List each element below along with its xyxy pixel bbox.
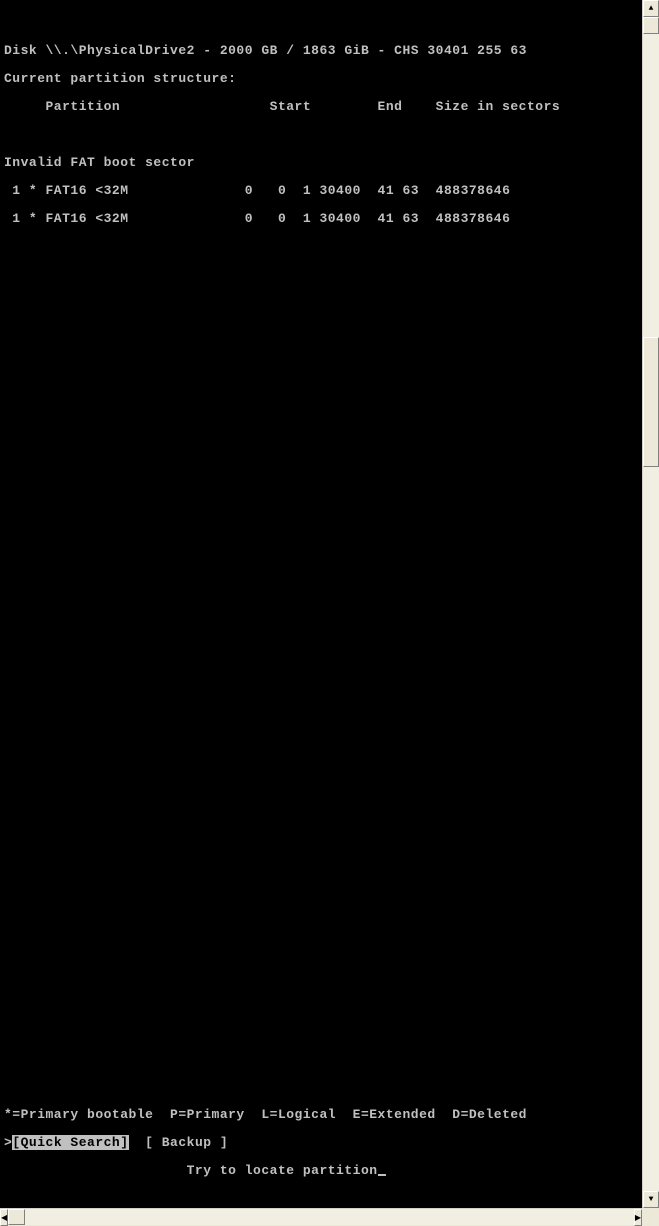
blank-line (4, 660, 638, 674)
blank-line (4, 464, 638, 478)
partition-row: 1 * FAT16 <32M 0 0 1 30400 41 63 4883786… (4, 212, 638, 226)
window: Disk \\.\PhysicalDrive2 - 2000 GB / 1863… (0, 0, 659, 635)
blank-line (4, 128, 638, 142)
blank-line (4, 352, 638, 366)
scroll-up-button[interactable]: ▲ (643, 0, 659, 17)
scroll-down-button[interactable]: ▼ (643, 1191, 659, 1208)
bottom-bar: ◀ ▶ (0, 1208, 659, 1225)
menu-gap (129, 1135, 146, 1150)
quick-search-button[interactable]: [Quick Search] (12, 1135, 128, 1150)
blank-line (4, 744, 638, 758)
hscroll-thumb[interactable] (8, 1209, 25, 1225)
blank-line (4, 492, 638, 506)
blank-line (4, 884, 638, 898)
terminal-output: Disk \\.\PhysicalDrive2 - 2000 GB / 1863… (0, 0, 642, 1208)
blank-line (4, 1024, 638, 1038)
scroll-thumb[interactable] (643, 337, 659, 467)
hint-line: Try to locate partition (4, 1164, 638, 1178)
backup-button[interactable]: [ Backup ] (145, 1135, 228, 1150)
hscroll-track[interactable] (8, 1209, 634, 1225)
scroll-left-button[interactable]: ◀ (0, 1209, 8, 1226)
blank-line (4, 828, 638, 842)
partition-row: 1 * FAT16 <32M 0 0 1 30400 41 63 4883786… (4, 184, 638, 198)
menu-line: >[Quick Search] [ Backup ] (4, 1136, 638, 1150)
blank-line (4, 324, 638, 338)
blank-line (4, 296, 638, 310)
blank-line (4, 856, 638, 870)
blank-line (4, 380, 638, 394)
structure-label: Current partition structure: (4, 72, 638, 86)
blank-line (4, 520, 638, 534)
blank-line (4, 772, 638, 786)
partition-header: Partition Start End Size in sectors (4, 100, 638, 114)
blank-line (4, 268, 638, 282)
invalid-sector: Invalid FAT boot sector (4, 156, 638, 170)
blank-line (4, 576, 638, 590)
blank-line (4, 16, 638, 30)
scroll-thumb-top[interactable] (643, 17, 659, 34)
blank-line (4, 968, 638, 982)
blank-line (4, 240, 638, 254)
blank-line (4, 1080, 638, 1094)
scroll-track[interactable] (643, 17, 659, 1191)
blank-line (4, 996, 638, 1010)
hint-text: Try to locate partition (4, 1163, 378, 1178)
legend: *=Primary bootable P=Primary L=Logical E… (4, 1108, 638, 1122)
blank-line (4, 604, 638, 618)
horizontal-scrollbar[interactable]: ◀ ▶ (0, 1208, 642, 1225)
disk-info: Disk \\.\PhysicalDrive2 - 2000 GB / 1863… (4, 44, 638, 58)
cursor (378, 1174, 386, 1176)
blank-line (4, 436, 638, 450)
scroll-right-button[interactable]: ▶ (634, 1209, 642, 1226)
content-area: Disk \\.\PhysicalDrive2 - 2000 GB / 1863… (0, 0, 659, 1208)
vertical-scrollbar[interactable]: ▲ ▼ (642, 0, 659, 1208)
blank-line (4, 940, 638, 954)
blank-line (4, 1052, 638, 1066)
blank-line (4, 800, 638, 814)
blank-line (4, 632, 638, 646)
scrollbar-corner (642, 1208, 659, 1225)
blank-line (4, 912, 638, 926)
blank-line (4, 548, 638, 562)
blank-line (4, 408, 638, 422)
blank-line (4, 716, 638, 730)
blank-line (4, 688, 638, 702)
